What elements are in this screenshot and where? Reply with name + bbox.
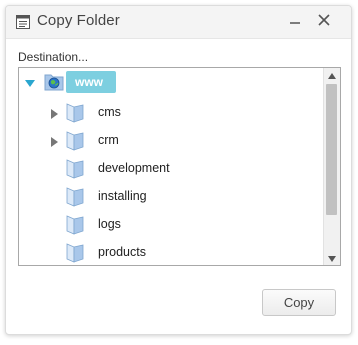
tree-item-logs[interactable]: logs [19, 211, 319, 239]
folder-icon [65, 214, 85, 236]
folder-icon [65, 158, 85, 180]
tree-item-installing[interactable]: installing [19, 183, 319, 211]
tree-item-label: www [75, 75, 104, 89]
collapsed-arrow-icon[interactable] [49, 136, 59, 147]
tree-item-crm[interactable]: crm [19, 127, 319, 155]
scrollbar-thumb[interactable] [326, 84, 337, 215]
arrow-up-icon [328, 68, 336, 84]
selected-item-highlight[interactable]: www [66, 71, 116, 93]
folder-icon [65, 102, 85, 124]
copy-folder-dialog: Copy Folder Destination... www cms crm d… [5, 5, 352, 335]
folder-icon [65, 130, 85, 152]
title-bar[interactable]: Copy Folder [6, 6, 351, 39]
close-button[interactable] [311, 9, 337, 35]
tree-item-cms[interactable]: cms [19, 99, 319, 127]
folder-tree[interactable]: www cms crm development installing logs … [18, 67, 341, 266]
tree-item-label: crm [98, 133, 119, 147]
folder-icon [65, 186, 85, 208]
tree-item-development[interactable]: development [19, 155, 319, 183]
copy-button[interactable]: Copy [262, 289, 336, 316]
expanded-arrow-icon[interactable] [25, 77, 35, 87]
destination-label: Destination... [18, 50, 89, 64]
document-list-icon [15, 14, 31, 30]
arrow-down-icon [328, 249, 336, 265]
scroll-up-button[interactable] [324, 68, 340, 82]
dialog-title: Copy Folder [37, 12, 120, 29]
collapsed-arrow-icon[interactable] [49, 108, 59, 119]
tree-item-label: logs [98, 217, 121, 231]
folder-icon [65, 242, 85, 264]
globe-folder-icon [43, 70, 64, 92]
scroll-down-button[interactable] [324, 251, 340, 265]
tree-item-label: development [98, 161, 170, 175]
tree-item-label: products [98, 245, 146, 259]
tree-item-label: cms [98, 105, 121, 119]
tree-item-label: installing [98, 189, 147, 203]
close-icon [318, 13, 330, 31]
tree-root-item[interactable]: www [19, 71, 319, 99]
minimize-icon [289, 13, 301, 31]
tree-item-products[interactable]: products [19, 239, 319, 265]
minimize-button[interactable] [282, 9, 308, 35]
vertical-scrollbar[interactable] [323, 68, 340, 265]
